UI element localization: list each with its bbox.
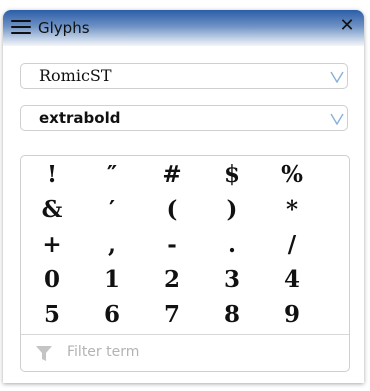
title-bar: Glyphs ✕ [3, 10, 364, 46]
panel-title: Glyphs [38, 19, 90, 37]
font-family-value: RomicST [39, 66, 112, 85]
glyph-cell[interactable]: , [92, 228, 132, 262]
glyph-cell[interactable]: 5 [32, 298, 72, 332]
glyph-cell[interactable]: 1 [92, 263, 132, 297]
glyph-cell[interactable]: % [272, 158, 312, 192]
glyph-cell[interactable]: * [272, 193, 312, 227]
glyph-cell[interactable]: + [32, 228, 72, 262]
font-family-select[interactable]: RomicST [20, 63, 348, 89]
glyph-cell[interactable]: 3 [212, 263, 252, 297]
chevron-down-icon [330, 113, 344, 125]
glyph-cell[interactable]: ( [152, 193, 192, 227]
filter-input[interactable] [65, 340, 339, 364]
glyph-cell[interactable]: $ [212, 158, 252, 192]
funnel-icon [36, 346, 52, 361]
hamburger-icon[interactable] [10, 17, 32, 37]
glyph-cell[interactable]: 2 [152, 263, 192, 297]
font-weight-value: extrabold [39, 109, 121, 127]
glyph-cell[interactable]: - [152, 228, 192, 262]
glyph-cell[interactable]: / [272, 228, 312, 262]
chevron-down-icon [330, 71, 344, 83]
glyph-cell[interactable]: 9 [272, 298, 312, 332]
close-icon[interactable]: ✕ [337, 14, 357, 38]
filter-row [21, 334, 349, 371]
glyph-cell[interactable]: 6 [92, 298, 132, 332]
glyph-cell[interactable]: ) [212, 193, 252, 227]
glyph-cell[interactable]: 4 [272, 263, 312, 297]
glyph-grid-container: ! ″ # $ % & ′ ( ) * + , - . / 0 1 2 3 4 … [20, 155, 350, 372]
glyph-cell[interactable]: 8 [212, 298, 252, 332]
glyphs-panel: Glyphs ✕ RomicST extrabold ! ″ # $ % & ′… [3, 10, 364, 383]
glyph-cell[interactable]: & [32, 193, 72, 227]
glyph-cell[interactable]: ! [32, 158, 72, 192]
font-weight-select[interactable]: extrabold [20, 105, 348, 131]
glyph-cell[interactable]: ″ [92, 158, 132, 192]
glyph-cell[interactable]: 7 [152, 298, 192, 332]
glyph-cell[interactable]: 0 [32, 263, 72, 297]
glyph-cell[interactable]: ′ [92, 193, 132, 227]
glyph-cell[interactable]: # [152, 158, 192, 192]
glyph-cell[interactable]: . [212, 228, 252, 262]
